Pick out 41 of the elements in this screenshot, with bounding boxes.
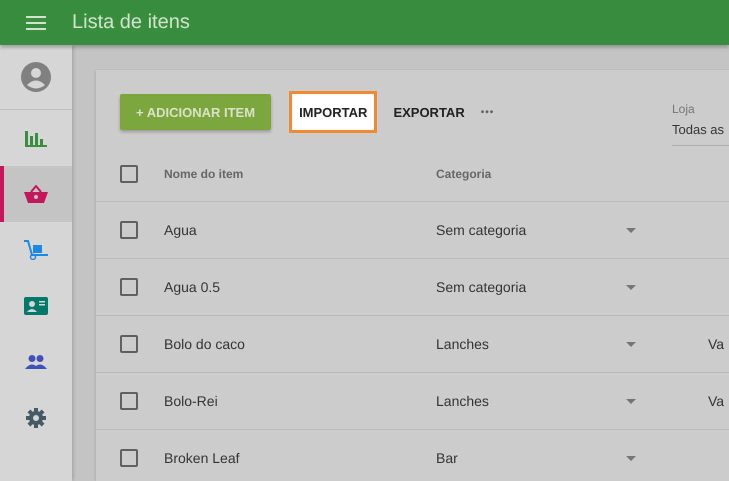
bar-chart-icon	[25, 129, 47, 147]
settings-icon	[26, 408, 46, 428]
id-card-icon	[24, 297, 48, 315]
app-title: Lista de itens	[72, 11, 190, 34]
caret-icon[interactable]	[626, 398, 636, 404]
caret-icon[interactable]	[626, 342, 636, 346]
category-select[interactable]: Lanches	[436, 393, 616, 409]
caret-icon[interactable]	[626, 228, 636, 232]
basket-icon	[24, 185, 48, 203]
checkbox[interactable]	[120, 164, 138, 182]
checkbox[interactable]	[120, 278, 138, 296]
store-label: Loja	[672, 102, 696, 116]
caret-icon[interactable]	[626, 284, 636, 290]
column-header[interactable]: Nome do item	[164, 166, 436, 180]
store-select[interactable]: Loja Todas as	[672, 102, 729, 146]
checkbox[interactable]	[120, 221, 138, 239]
checkbox[interactable]	[120, 392, 138, 410]
import-button[interactable]: IMPORTAR	[289, 91, 378, 133]
more-button[interactable]: •••	[472, 94, 502, 130]
item-name: Agua	[164, 222, 198, 238]
category-select[interactable]: Bar	[436, 450, 616, 466]
people-icon	[25, 355, 47, 369]
item-name: Bolo do caco	[164, 336, 246, 352]
table-cell: Va	[708, 393, 724, 409]
avatar-icon[interactable]	[21, 62, 51, 92]
sidebar-item[interactable]	[0, 166, 72, 222]
export-button[interactable]: EXPORTAR	[385, 94, 473, 130]
category-select[interactable]: Sem categoria	[436, 279, 616, 295]
checkbox[interactable]	[120, 335, 138, 353]
column-header[interactable]: Categoria	[436, 166, 616, 180]
item-name: Bolo-Rei	[164, 393, 219, 409]
item-name: Agua 0.5	[164, 279, 222, 295]
category-select[interactable]: Sem categoria	[436, 222, 616, 238]
hand-truck-icon	[24, 240, 48, 260]
checkbox[interactable]	[120, 449, 138, 467]
item-name: Broken Leaf	[164, 450, 240, 466]
category-select[interactable]: Lanches	[436, 336, 616, 352]
caret-icon[interactable]	[626, 456, 636, 460]
store-value: Todas as	[672, 122, 726, 137]
menu-icon[interactable]	[26, 16, 46, 30]
table-cell: Va	[708, 336, 724, 352]
